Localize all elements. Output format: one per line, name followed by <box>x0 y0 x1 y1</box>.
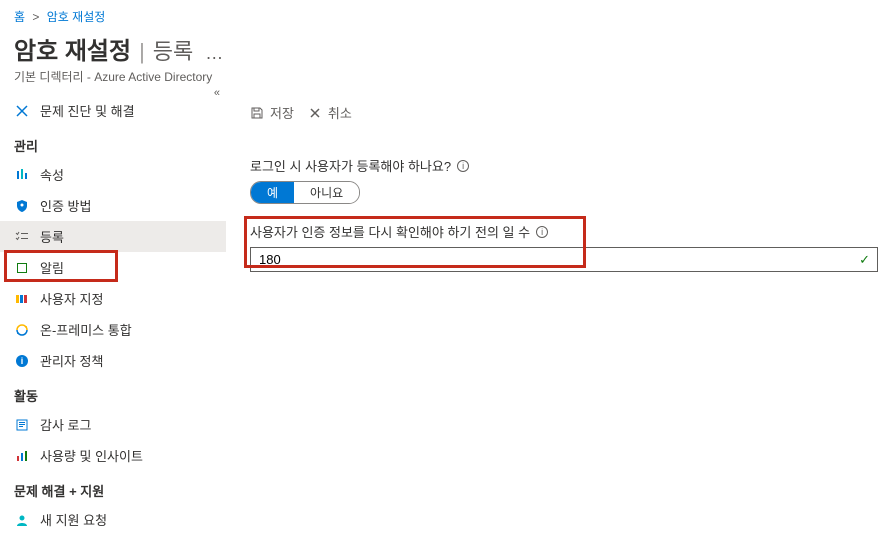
save-label: 저장 <box>270 103 294 122</box>
page-title-row: 암호 재설정 | 등록 … <box>0 29 896 68</box>
sidebar-item-label: 문제 진단 및 해결 <box>40 101 135 120</box>
more-icon[interactable]: … <box>205 43 224 64</box>
chart-icon <box>14 448 30 464</box>
toggle-no[interactable]: 아니요 <box>294 182 359 203</box>
checklist-icon <box>14 229 30 245</box>
sidebar-item-label: 등록 <box>40 227 64 246</box>
collapse-icon[interactable]: « <box>214 87 220 99</box>
sidebar-item-label: 사용량 및 인사이트 <box>40 446 143 465</box>
svg-text:i: i <box>21 356 24 366</box>
sidebar-item-label: 사용자 지정 <box>40 289 103 308</box>
close-icon <box>308 106 322 120</box>
shield-icon <box>14 198 30 214</box>
sidebar-group-activity: 활동 <box>0 376 226 409</box>
require-register-toggle[interactable]: 예 아니요 <box>250 181 360 204</box>
sidebar-item-audit-logs[interactable]: 감사 로그 <box>0 409 226 440</box>
sidebar-item-label: 관리자 정책 <box>40 351 103 370</box>
highlight-field <box>244 216 586 268</box>
sidebar-item-label: 인증 방법 <box>40 196 91 215</box>
sidebar-item-registration[interactable]: 등록 <box>0 221 226 252</box>
sidebar-item-properties[interactable]: 속성 <box>0 159 226 190</box>
sidebar-item-auth-methods[interactable]: 인증 방법 <box>0 190 226 221</box>
breadcrumb-home[interactable]: 홈 <box>14 10 25 24</box>
sidebar-item-label: 새 지원 요청 <box>40 510 107 529</box>
sidebar-item-diagnose[interactable]: 문제 진단 및 해결 <box>0 95 226 126</box>
sidebar-item-label: 감사 로그 <box>40 415 91 434</box>
sync-icon <box>14 322 30 338</box>
support-icon <box>14 512 30 528</box>
page-title: 암호 재설정 <box>14 31 131 66</box>
require-register-label-row: 로그인 시 사용자가 등록해야 하나요? i <box>250 156 878 175</box>
log-icon <box>14 417 30 433</box>
discard-label: 취소 <box>328 103 352 122</box>
palette-icon <box>14 291 30 307</box>
main-content: 저장 취소 로그인 시 사용자가 등록해야 하나요? i 예 아니요 사용자가 … <box>226 95 896 535</box>
breadcrumb: 홈 > 암호 재설정 <box>0 0 896 29</box>
toolbar: 저장 취소 <box>250 95 878 134</box>
highlight-sidebar <box>4 250 118 282</box>
sidebar-item-onprem[interactable]: 온-프레미스 통합 <box>0 314 226 345</box>
sidebar: « 문제 진단 및 해결 관리 속성 인증 방법 등록 <box>0 95 226 535</box>
sidebar-group-support: 문제 해결 + 지원 <box>0 471 226 504</box>
info-tooltip-icon[interactable]: i <box>457 160 469 172</box>
checkmark-icon: ✓ <box>859 252 870 268</box>
page-subtitle: 기본 디렉터리 - Azure Active Directory <box>0 68 896 95</box>
save-button[interactable]: 저장 <box>250 103 294 122</box>
toggle-yes[interactable]: 예 <box>251 182 294 203</box>
sidebar-item-new-support[interactable]: 새 지원 요청 <box>0 504 226 535</box>
info-icon: i <box>14 353 30 369</box>
breadcrumb-sep: > <box>32 10 39 24</box>
sidebar-group-manage: 관리 <box>0 126 226 159</box>
title-divider: | <box>139 39 145 65</box>
save-icon <box>250 106 264 120</box>
page-section: 등록 <box>153 34 193 66</box>
sidebar-item-label: 온-프레미스 통합 <box>40 320 132 339</box>
sidebar-item-usage-insights[interactable]: 사용량 및 인사이트 <box>0 440 226 471</box>
breadcrumb-current[interactable]: 암호 재설정 <box>47 10 106 24</box>
discard-button[interactable]: 취소 <box>308 103 352 122</box>
sidebar-item-admin-policy[interactable]: i 관리자 정책 <box>0 345 226 376</box>
diagnose-icon <box>14 103 30 119</box>
sidebar-item-label: 속성 <box>40 165 64 184</box>
require-register-label: 로그인 시 사용자가 등록해야 하나요? <box>250 156 451 175</box>
sidebar-item-customization[interactable]: 사용자 지정 <box>0 283 226 314</box>
properties-icon <box>14 167 30 183</box>
